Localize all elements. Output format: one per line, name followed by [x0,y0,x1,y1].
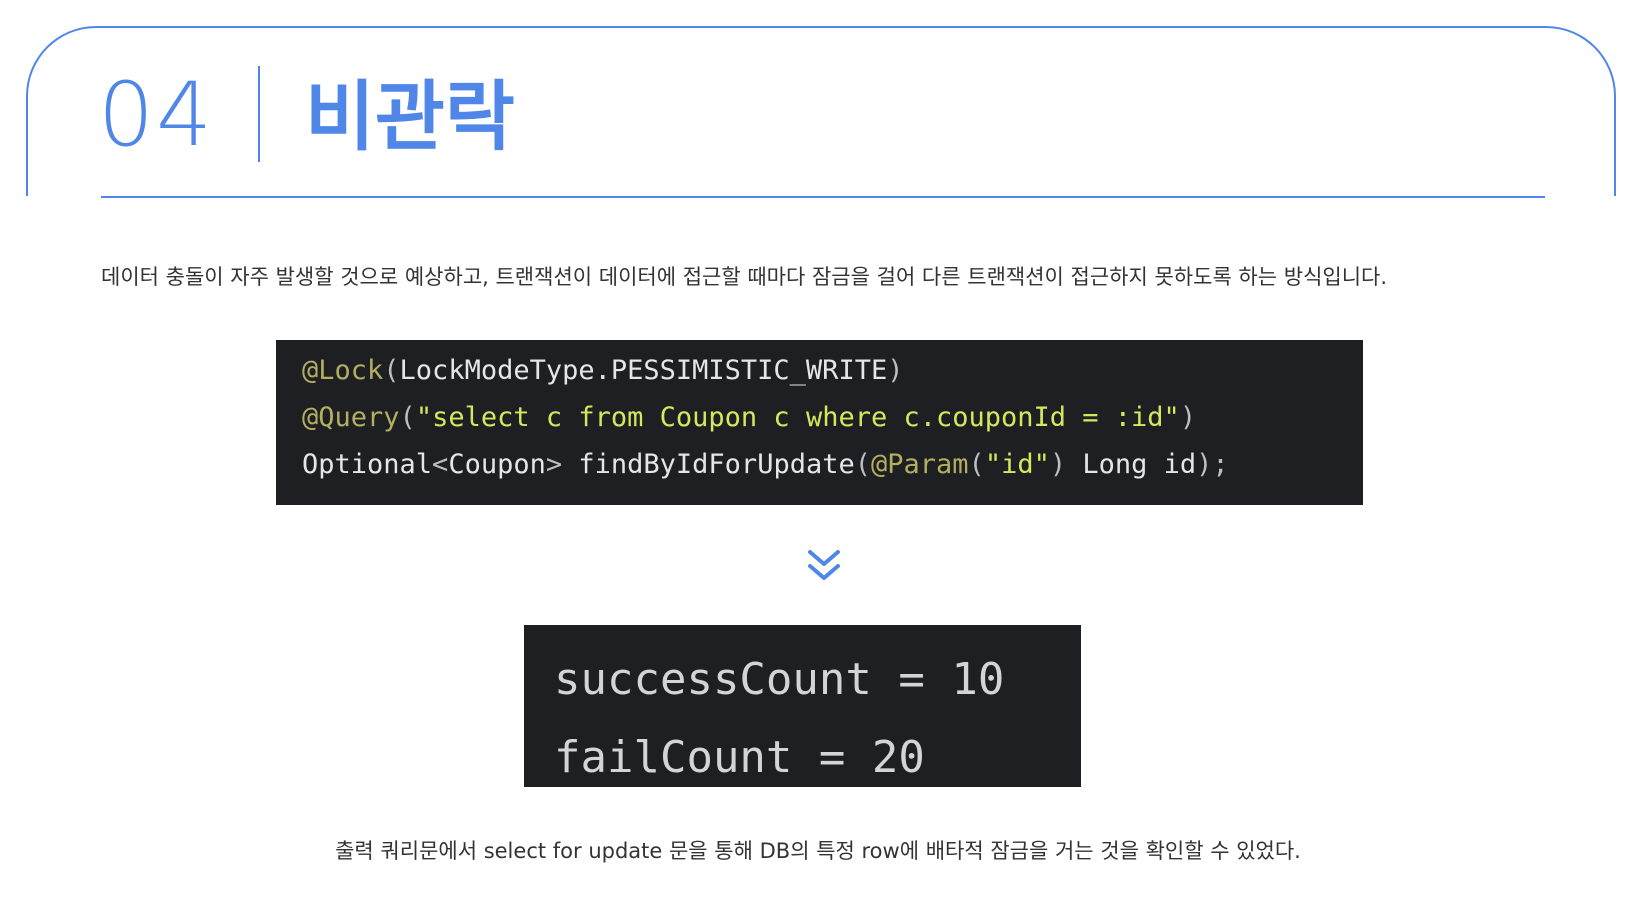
code-block: @Lock(LockModeType.PESSIMISTIC_WRITE) @Q… [276,340,1363,505]
code-argument: LockModeType.PESSIMISTIC_WRITE [399,355,888,386]
code-paren: ( [854,449,871,480]
description-text: 데이터 충돌이 자주 발생할 것으로 예상하고, 트랜잭션이 데이터에 접근할 … [101,265,1388,289]
code-paren: ) [1049,449,1067,480]
double-chevron-down-icon [804,548,844,584]
code-param-annotation: @Param [871,449,969,480]
code-line-3: Optional<Coupon> findByIdForUpdate(@Para… [302,441,1363,488]
code-paren: ( [383,355,400,386]
code-param-declaration: Long id [1066,449,1197,480]
code-annotation: @Query [302,402,400,433]
code-method-name: findByIdForUpdate [562,449,855,480]
code-param-string: "id" [984,449,1050,480]
section-title: 비관락 [305,72,515,161]
code-paren: ) [1179,402,1197,433]
code-paren: ( [968,449,985,480]
title-divider [258,66,260,162]
caption-text: 출력 쿼리문에서 select for update 문을 통해 DB의 특정 … [335,839,1301,863]
code-type: Optional [302,449,433,480]
code-line-2: @Query("select c from Coupon c where c.c… [302,394,1363,441]
code-paren: ( [399,402,416,433]
code-generic-bracket: > [545,449,563,480]
fail-count-line: failCount = 20 [554,732,925,783]
code-query-string: "select c from Coupon c where c.couponId… [415,402,1180,433]
code-line-1: @Lock(LockModeType.PESSIMISTIC_WRITE) [302,347,1363,394]
success-count-line: successCount = 10 [554,654,1005,705]
code-generic-type: Coupon [448,449,546,480]
result-output-block: successCount = 10 failCount = 20 [524,625,1081,787]
header-rule [101,196,1545,198]
code-generic-bracket: < [432,449,449,480]
section-number: 04 [98,63,214,166]
code-statement-end: ); [1196,449,1229,480]
section-frame [26,26,1616,196]
code-annotation: @Lock [302,355,384,386]
code-paren: ) [887,355,904,386]
